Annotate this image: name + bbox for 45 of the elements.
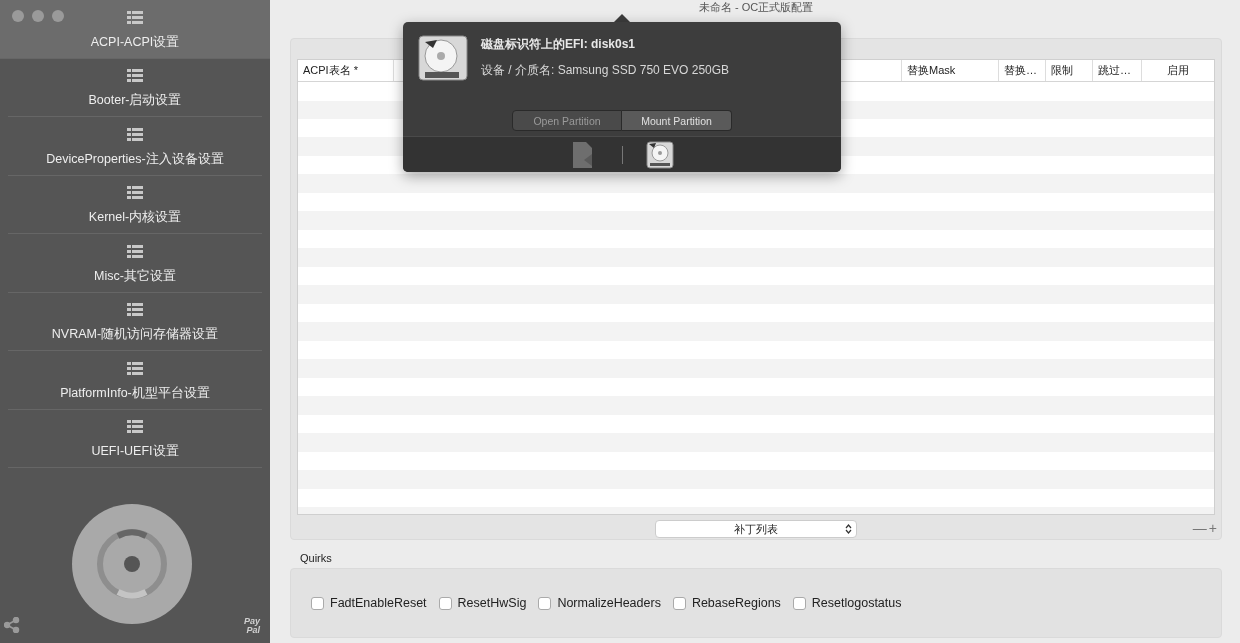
sidebar-item[interactable]: DeviceProperties-注入设备设置: [8, 117, 262, 176]
list-icon: [127, 127, 143, 142]
sidebar-item[interactable]: Booter-启动设置: [8, 58, 262, 117]
column-header[interactable]: ACPI表名 *: [298, 60, 394, 81]
sidebar-item[interactable]: UEFI-UEFI设置: [8, 409, 262, 468]
hard-drive-icon: [417, 34, 469, 82]
checkbox-label[interactable]: Resetlogostatus: [811, 596, 902, 610]
list-icon: [127, 69, 143, 84]
checkbox[interactable]: [538, 596, 552, 610]
checkbox-label[interactable]: ResetHwSig: [457, 596, 527, 610]
list-icon: [127, 303, 143, 318]
checkbox-label[interactable]: RebaseRegions: [691, 596, 781, 610]
column-header[interactable]: 限制: [1046, 60, 1093, 81]
checkbox-label[interactable]: NormalizeHeaders: [557, 596, 661, 610]
checkbox-label[interactable]: FadtEnableReset: [330, 596, 427, 610]
list-icon: [127, 186, 143, 201]
add-button[interactable]: +: [1207, 520, 1218, 536]
partition-button[interactable]: Mount Partition: [622, 110, 732, 131]
paypal-logo[interactable]: Pay Pal: [244, 617, 260, 635]
column-header[interactable]: 启用: [1142, 60, 1214, 81]
list-icon: [127, 361, 143, 376]
checkbox[interactable]: [672, 596, 686, 610]
device-name: 设备 / 介质名: Samsung SSD 750 EVO 250GB: [481, 62, 730, 79]
remove-button[interactable]: —: [1191, 520, 1208, 536]
column-header[interactable]: 替换…: [999, 60, 1046, 81]
updown-caret-icon: [845, 524, 852, 534]
column-header[interactable]: 跳过…: [1093, 60, 1142, 81]
patch-list-dropdown[interactable]: 补丁列表: [655, 520, 857, 538]
sidebar-item[interactable]: NVRAM-随机访问存储器设置: [8, 292, 262, 351]
efi-title: 磁盘标识符上的EFI: disk0s1: [481, 36, 637, 53]
share-icon[interactable]: [4, 617, 20, 633]
list-icon: [127, 244, 143, 259]
window-title: 未命名 - OC正式版配置: [698, 0, 814, 14]
column-header[interactable]: 替换Mask: [902, 60, 999, 81]
list-icon: [127, 10, 143, 25]
quirks-label: Quirks: [300, 552, 333, 564]
sidebar-item[interactable]: Misc-其它设置: [8, 234, 262, 293]
sidebar-item[interactable]: PlatformInfo-机型平台设置: [8, 351, 262, 410]
hard-drive-icon[interactable]: [644, 139, 675, 170]
sidebar-item[interactable]: Kernel-内核设置: [8, 175, 262, 234]
sidebar-item[interactable]: ACPI-ACPI设置: [0, 0, 270, 59]
checkbox[interactable]: [792, 596, 806, 610]
checkbox[interactable]: [438, 596, 452, 610]
list-icon: [127, 420, 143, 435]
checkbox[interactable]: [311, 596, 324, 610]
